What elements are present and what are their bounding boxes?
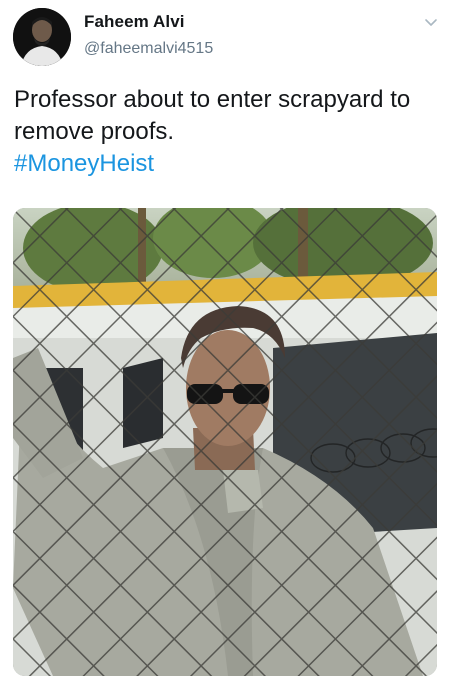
- tweet-card: Faheem Alvi @faheemalvi4515 Professor ab…: [0, 0, 450, 678]
- chevron-down-icon[interactable]: [423, 14, 439, 30]
- tweet-body: Professor about to enter scrapyard to re…: [14, 86, 411, 145]
- user-handle[interactable]: @faheemalvi4515: [84, 40, 213, 58]
- photo-image: [13, 208, 437, 676]
- avatar[interactable]: [13, 8, 71, 66]
- tweet-text: Professor about to enter scrapyard to re…: [14, 84, 434, 180]
- user-avatar-icon: [13, 8, 71, 66]
- display-name[interactable]: Faheem Alvi: [84, 12, 185, 32]
- hashtag-link[interactable]: #MoneyHeist: [14, 150, 154, 177]
- tweet-photo[interactable]: [13, 208, 437, 676]
